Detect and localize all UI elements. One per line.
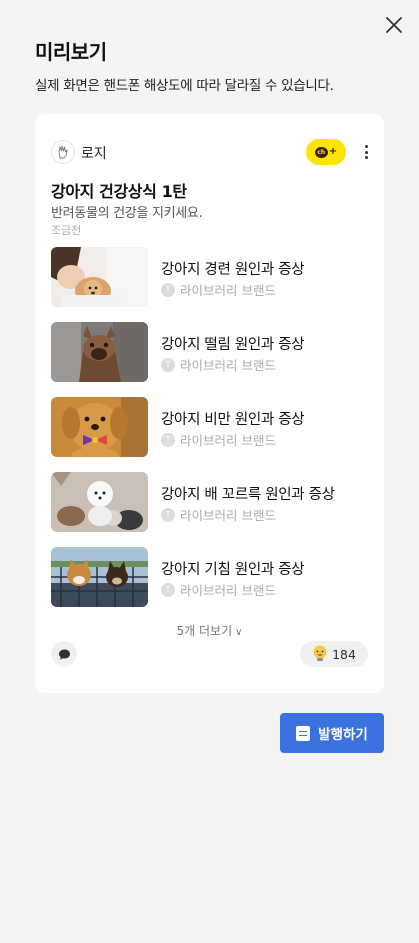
brand-icon: T	[161, 582, 175, 597]
list-item[interactable]: 강아지 배 꼬르륵 원인과 증상 T 라이브러리 브랜드	[51, 472, 381, 532]
puppy-bowtie-photo	[51, 397, 148, 457]
like-count: 184	[332, 646, 356, 662]
brand-icon: T	[161, 507, 175, 522]
publish-button[interactable]: 발행하기	[280, 713, 384, 753]
document-icon	[296, 725, 311, 741]
brand-name: 라이브러리 브랜드	[180, 358, 276, 373]
hand-icon	[58, 145, 68, 159]
post-title: 강아지 건강상식 1탄	[51, 182, 187, 201]
puppy-held-photo	[51, 247, 148, 307]
item-brand: T 라이브러리 브랜드	[161, 430, 276, 449]
like-button[interactable]: 184	[300, 641, 368, 667]
list-item[interactable]: 강아지 떨림 원인과 증상 T 라이브러리 브랜드	[51, 322, 381, 382]
list-item[interactable]: 강아지 기침 원인과 증상 T 라이브러리 브랜드	[51, 547, 381, 607]
comment-icon	[58, 649, 70, 660]
shiba-dogs-photo	[51, 547, 148, 607]
pomeranian-photo	[51, 472, 148, 532]
item-title: 강아지 비만 원인과 증상	[161, 412, 305, 428]
item-brand: T 라이브러리 브랜드	[161, 280, 276, 299]
item-brand: T 라이브러리 브랜드	[161, 580, 276, 599]
item-brand: T 라이브러리 브랜드	[161, 355, 276, 374]
item-brand: T 라이브러리 브랜드	[161, 505, 276, 524]
brand-name: 라이브러리 브랜드	[180, 583, 276, 598]
post-description: 반려동물의 건강을 지키세요.	[51, 206, 203, 221]
close-icon[interactable]	[384, 15, 404, 35]
show-more-label: 5개 더보기	[176, 624, 233, 638]
chat-bubble-icon: ch	[314, 146, 328, 158]
profile-name: 로지	[81, 146, 107, 162]
comment-button[interactable]	[51, 641, 77, 667]
dialog-title: 미리보기	[35, 40, 107, 64]
brand-icon: T	[161, 282, 175, 297]
publish-label: 발행하기	[318, 727, 368, 743]
post-time: 조금전	[51, 224, 82, 237]
channel-chat-button[interactable]: ch +	[306, 139, 346, 165]
french-bulldog-photo	[51, 322, 148, 382]
dialog-subtitle: 실제 화면은 핸드폰 해상도에 따라 달라질 수 있습니다.	[35, 78, 334, 94]
brand-name: 라이브러리 브랜드	[180, 508, 276, 523]
item-title: 강아지 떨림 원인과 증상	[161, 337, 305, 353]
chat-badge-text: ch	[317, 148, 326, 156]
brand-name: 라이브러리 브랜드	[180, 283, 276, 298]
preview-card: 로지 ch + 강아지 건강상식 1탄 반려동물의 건강을 지키세요. 조금전	[35, 114, 384, 693]
profile-avatar	[51, 140, 75, 164]
list-item[interactable]: 강아지 비만 원인과 증상 T 라이브러리 브랜드	[51, 397, 381, 457]
show-more-button[interactable]: 5개 더보기 ∨	[35, 622, 384, 639]
chevron-down-icon: ∨	[235, 627, 243, 638]
more-options-icon[interactable]	[358, 143, 374, 161]
plus-icon: +	[328, 146, 338, 157]
item-title: 강아지 기침 원인과 증상	[161, 562, 305, 578]
item-title: 강아지 경련 원인과 증상	[161, 262, 305, 278]
brand-icon: T	[161, 357, 175, 372]
item-title: 강아지 배 꼬르륵 원인과 증상	[161, 487, 335, 503]
brand-name: 라이브러리 브랜드	[180, 433, 276, 448]
list-item[interactable]: 강아지 경련 원인과 증상 T 라이브러리 브랜드	[51, 247, 381, 307]
brand-icon: T	[161, 432, 175, 447]
lightbulb-emoji-icon	[313, 645, 327, 661]
